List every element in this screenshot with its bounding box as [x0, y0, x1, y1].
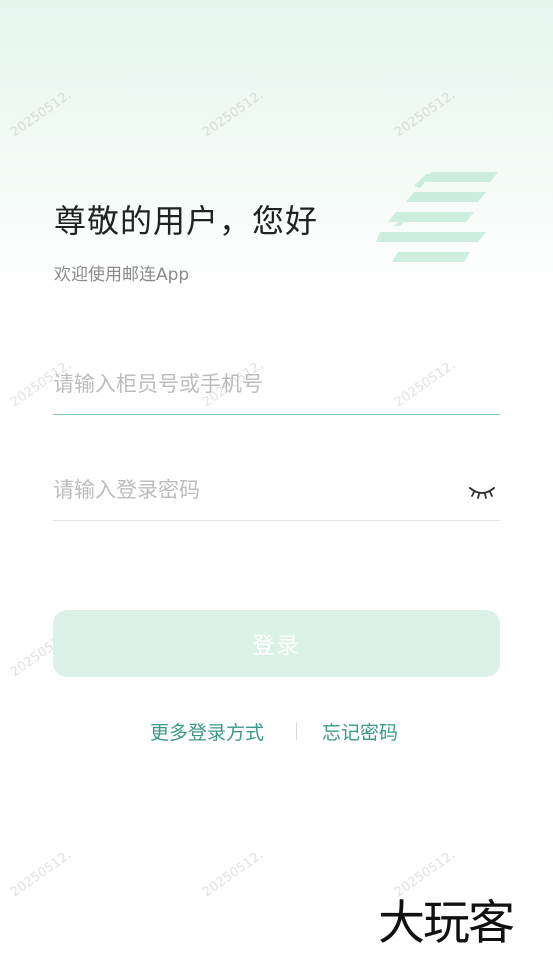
watermark: 20250512. [200, 847, 267, 901]
password-input[interactable] [53, 461, 453, 519]
login-button[interactable]: 登录 [53, 610, 500, 677]
account-underline [53, 414, 500, 415]
postal-logo-icon [376, 172, 498, 262]
more-login-methods-link[interactable]: 更多登录方式 [150, 718, 264, 745]
forgot-password-link[interactable]: 忘记密码 [322, 718, 398, 745]
account-field [53, 355, 500, 415]
watermark: 20250512. [200, 87, 267, 141]
closed-eye-icon[interactable] [468, 483, 496, 501]
welcome-subtitle: 欢迎使用邮连App [54, 265, 190, 285]
watermark: 20250512. [8, 87, 75, 141]
brand-watermark: 大玩客 [378, 896, 515, 951]
links-divider [296, 722, 297, 740]
login-options: 更多登录方式 忘记密码 [0, 718, 553, 746]
watermark: 20250512. [392, 87, 459, 141]
account-input[interactable] [53, 355, 453, 413]
password-underline [53, 520, 500, 521]
greeting-title: 尊敬的用户，您好 [54, 202, 319, 240]
password-field [53, 461, 500, 521]
watermark: 20250512. [8, 847, 75, 901]
